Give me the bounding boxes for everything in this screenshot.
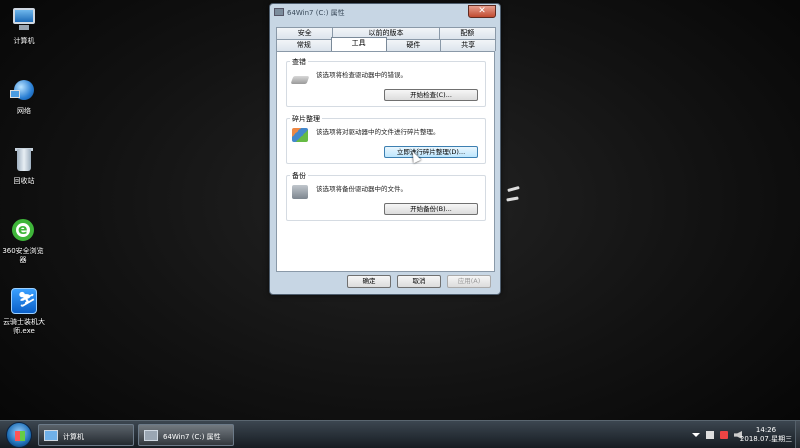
- tab-strip: 安全 以前的版本 配额 常规 工具 硬件 共享: [276, 25, 497, 53]
- windows-logo-icon: [15, 431, 25, 441]
- show-desktop-button[interactable]: [795, 421, 800, 448]
- start-button[interactable]: [6, 422, 32, 448]
- ok-button[interactable]: 确定: [347, 275, 391, 288]
- apply-button[interactable]: 应用(A): [447, 275, 491, 288]
- desktop-icon-computer[interactable]: 计算机: [1, 6, 47, 46]
- desktop-icon-label: 云骑士装机大师.exe: [3, 318, 45, 335]
- computer-icon: [44, 430, 58, 441]
- group-description: 该选项将检查驱动器中的错误。: [316, 71, 407, 79]
- dialog-title: 64Win7 (C:) 属性: [287, 9, 345, 17]
- backup-icon: [292, 185, 308, 199]
- 360-browser-icon: e: [9, 216, 37, 244]
- disk-check-icon: [290, 76, 310, 84]
- tab-security[interactable]: 安全: [276, 27, 334, 39]
- taskbar-item-properties[interactable]: 64Win7 (C:) 属性: [138, 424, 234, 446]
- dialog-titlebar[interactable]: 64Win7 (C:) 属性 ✕: [270, 4, 500, 21]
- group-description: 该选项将对驱动器中的文件进行碎片整理。: [316, 128, 440, 136]
- clock-date: 2018.07.星期三: [739, 435, 793, 443]
- taskbar-item-label: 计算机: [63, 433, 84, 441]
- group-title: 碎片整理: [290, 114, 322, 124]
- computer-icon: [10, 6, 38, 34]
- system-tray: 14:26 2018.07.星期三: [670, 421, 800, 448]
- show-hidden-icons-icon[interactable]: [692, 433, 700, 437]
- tools-panel: 查错 该选项将检查驱动器中的错误。 开始检查(C)... 碎片整理 该选项将对驱…: [276, 51, 495, 272]
- backup-now-button[interactable]: 开始备份(B)...: [384, 203, 478, 215]
- close-button[interactable]: ✕: [468, 5, 496, 18]
- properties-dialog: 64Win7 (C:) 属性 ✕ 安全 以前的版本 配额 常规 工具 硬件 共享…: [269, 3, 501, 295]
- defrag-icon: [292, 128, 308, 142]
- taskbar-item-computer[interactable]: 计算机: [38, 424, 134, 446]
- taskbar-item-label: 64Win7 (C:) 属性: [163, 433, 221, 441]
- desktop-icon-label: 计算机: [13, 37, 35, 45]
- dialog-button-row: 确定 取消 应用(A): [270, 275, 502, 289]
- desktop-icon-recycle-bin[interactable]: 回收站: [1, 146, 47, 186]
- taskbar: 计算机 64Win7 (C:) 属性 14:26 2018.07.星期三: [0, 420, 800, 448]
- desktop-icon-label: 网络: [17, 107, 31, 115]
- group-description: 该选项将备份驱动器中的文件。: [316, 185, 407, 193]
- desktop-icon-label: 360安全浏览器: [2, 247, 44, 264]
- clock-time: 14:26: [755, 426, 777, 434]
- drive-icon: [274, 8, 284, 16]
- network-error-icon[interactable]: [720, 431, 728, 439]
- desktop-icon-label: 回收站: [13, 177, 35, 185]
- drive-icon: [144, 430, 158, 441]
- cancel-button[interactable]: 取消: [397, 275, 441, 288]
- desktop-icon-360-browser[interactable]: e 360安全浏览器: [0, 216, 46, 265]
- tab-hardware[interactable]: 硬件: [385, 39, 442, 51]
- yunqishi-icon: ⛷: [10, 287, 38, 315]
- tab-sharing[interactable]: 共享: [440, 39, 496, 51]
- action-center-flag-icon[interactable]: [706, 431, 714, 439]
- clock[interactable]: 14:26 2018.07.星期三: [738, 426, 794, 444]
- check-now-button[interactable]: 开始检查(C)...: [384, 89, 478, 101]
- tab-quota[interactable]: 配额: [438, 27, 497, 39]
- defragment-now-button[interactable]: 立即进行碎片整理(D)...: [384, 146, 478, 158]
- group-title: 备份: [290, 171, 308, 181]
- tab-general[interactable]: 常规: [276, 39, 332, 51]
- loading-indicator: [506, 196, 519, 202]
- group-title: 查错: [290, 57, 308, 67]
- tab-tools[interactable]: 工具: [330, 37, 387, 51]
- loading-indicator: [507, 185, 520, 193]
- defrag-group: 碎片整理 该选项将对驱动器中的文件进行碎片整理。 立即进行碎片整理(D)...: [286, 114, 486, 164]
- desktop-icon-yunqishi[interactable]: ⛷ 云骑士装机大师.exe: [1, 287, 47, 336]
- backup-group: 备份 该选项将备份驱动器中的文件。 开始备份(B)...: [286, 171, 486, 221]
- network-icon: [10, 76, 38, 104]
- recycle-bin-icon: [10, 146, 38, 174]
- desktop-icon-network[interactable]: 网络: [1, 76, 47, 116]
- error-check-group: 查错 该选项将检查驱动器中的错误。 开始检查(C)...: [286, 57, 486, 107]
